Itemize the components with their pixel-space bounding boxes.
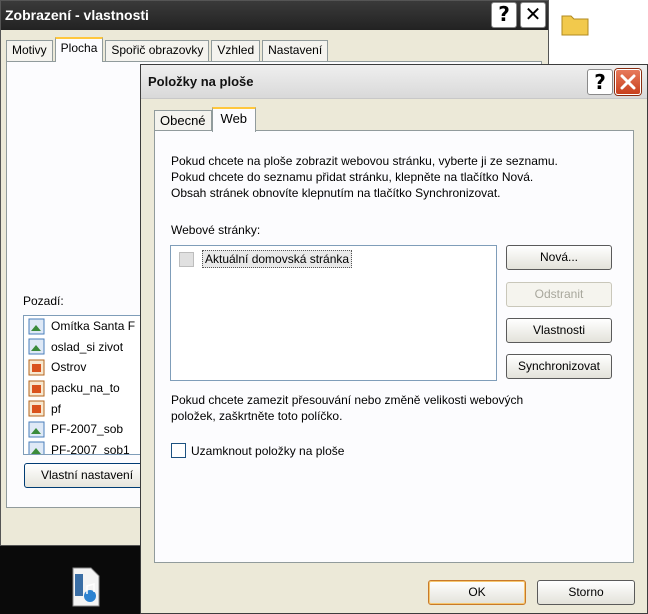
background-label: Pozadí: [23, 294, 64, 308]
list-item[interactable]: Ostrov [24, 357, 147, 378]
tab-obecne[interactable]: Obecné [154, 110, 212, 131]
list-item[interactable]: Omítka Santa F [24, 316, 147, 337]
media-file-icon[interactable] [70, 566, 102, 608]
tab-motivy[interactable]: Motivy [6, 40, 53, 61]
tab-web[interactable]: Web [211, 107, 257, 132]
intro-text: Pokud chcete na ploše zobrazit webovou s… [171, 154, 558, 200]
bitmap-file-icon [28, 359, 45, 376]
list-item[interactable]: PF-2007_sob [24, 419, 147, 440]
bitmap-file-icon [28, 380, 45, 397]
list-item[interactable]: packu_na_to [24, 378, 147, 399]
dialog-title: Položky na ploše [148, 74, 254, 89]
lock-items-label: Uzamknout položky na ploše [191, 443, 345, 458]
lock-items-checkbox[interactable] [171, 443, 186, 458]
window-titlebar[interactable]: Zobrazení - vlastnosti ? ✕ [1, 1, 548, 30]
folder-icon[interactable] [560, 8, 590, 38]
image-file-icon [28, 421, 45, 438]
close-icon[interactable]: ✕ [520, 2, 546, 28]
tab-strip: Motivy Plocha Spořič obrazovky Vzhled Na… [6, 37, 330, 62]
background-list[interactable]: Omítka Santa F oslad_si zivot Ostrov pac… [23, 315, 148, 455]
dialog-titlebar[interactable]: Položky na ploše ? [141, 65, 647, 99]
tab-plocha[interactable]: Plocha [54, 37, 104, 62]
web-pages-label: Webové stránky: [171, 223, 261, 237]
image-file-icon [28, 318, 45, 335]
cancel-button[interactable]: Storno [537, 580, 635, 605]
lock-items-option[interactable]: Uzamknout položky na ploše [171, 443, 344, 458]
ok-button[interactable]: OK [428, 580, 526, 605]
window-title: Zobrazení - vlastnosti [5, 7, 149, 23]
web-page-label: Aktuální domovská stránka [202, 250, 353, 268]
list-item[interactable]: PF-2007_sob1 [24, 440, 147, 454]
new-button[interactable]: Nová... [506, 245, 612, 270]
image-file-icon [28, 441, 45, 454]
bitmap-file-icon [28, 400, 45, 417]
synchronize-button[interactable]: Synchronizovat [506, 354, 612, 379]
lock-description: Pokud chcete zamezit přesouvání nebo změ… [171, 393, 524, 423]
list-item[interactable]: oslad_si zivot [24, 337, 147, 358]
properties-button[interactable]: Vlastnosti [506, 318, 612, 343]
list-item[interactable]: pf [24, 398, 147, 419]
image-file-icon [28, 338, 45, 355]
desktop-items-dialog: Položky na ploše ? Obecné Web Pokud chce… [140, 64, 648, 614]
custom-desktop-button[interactable]: Vlastní nastavení [24, 463, 154, 488]
tab-vzhled[interactable]: Vzhled [211, 40, 261, 61]
web-pages-list[interactable]: Aktuální domovská stránka [170, 245, 497, 381]
dialog-tab-strip: Obecné Web [154, 107, 257, 132]
web-tab-panel: Pokud chcete na ploše zobrazit webovou s… [154, 130, 634, 563]
web-page-checkbox[interactable] [179, 251, 194, 267]
close-icon[interactable] [615, 69, 641, 95]
list-item[interactable]: Aktuální domovská stránka [179, 250, 353, 268]
tab-sporic[interactable]: Spořič obrazovky [105, 40, 210, 61]
help-icon[interactable]: ? [491, 2, 517, 28]
tab-nastaveni[interactable]: Nastavení [262, 40, 329, 61]
help-icon[interactable]: ? [587, 69, 613, 95]
remove-button[interactable]: Odstranit [506, 282, 612, 307]
